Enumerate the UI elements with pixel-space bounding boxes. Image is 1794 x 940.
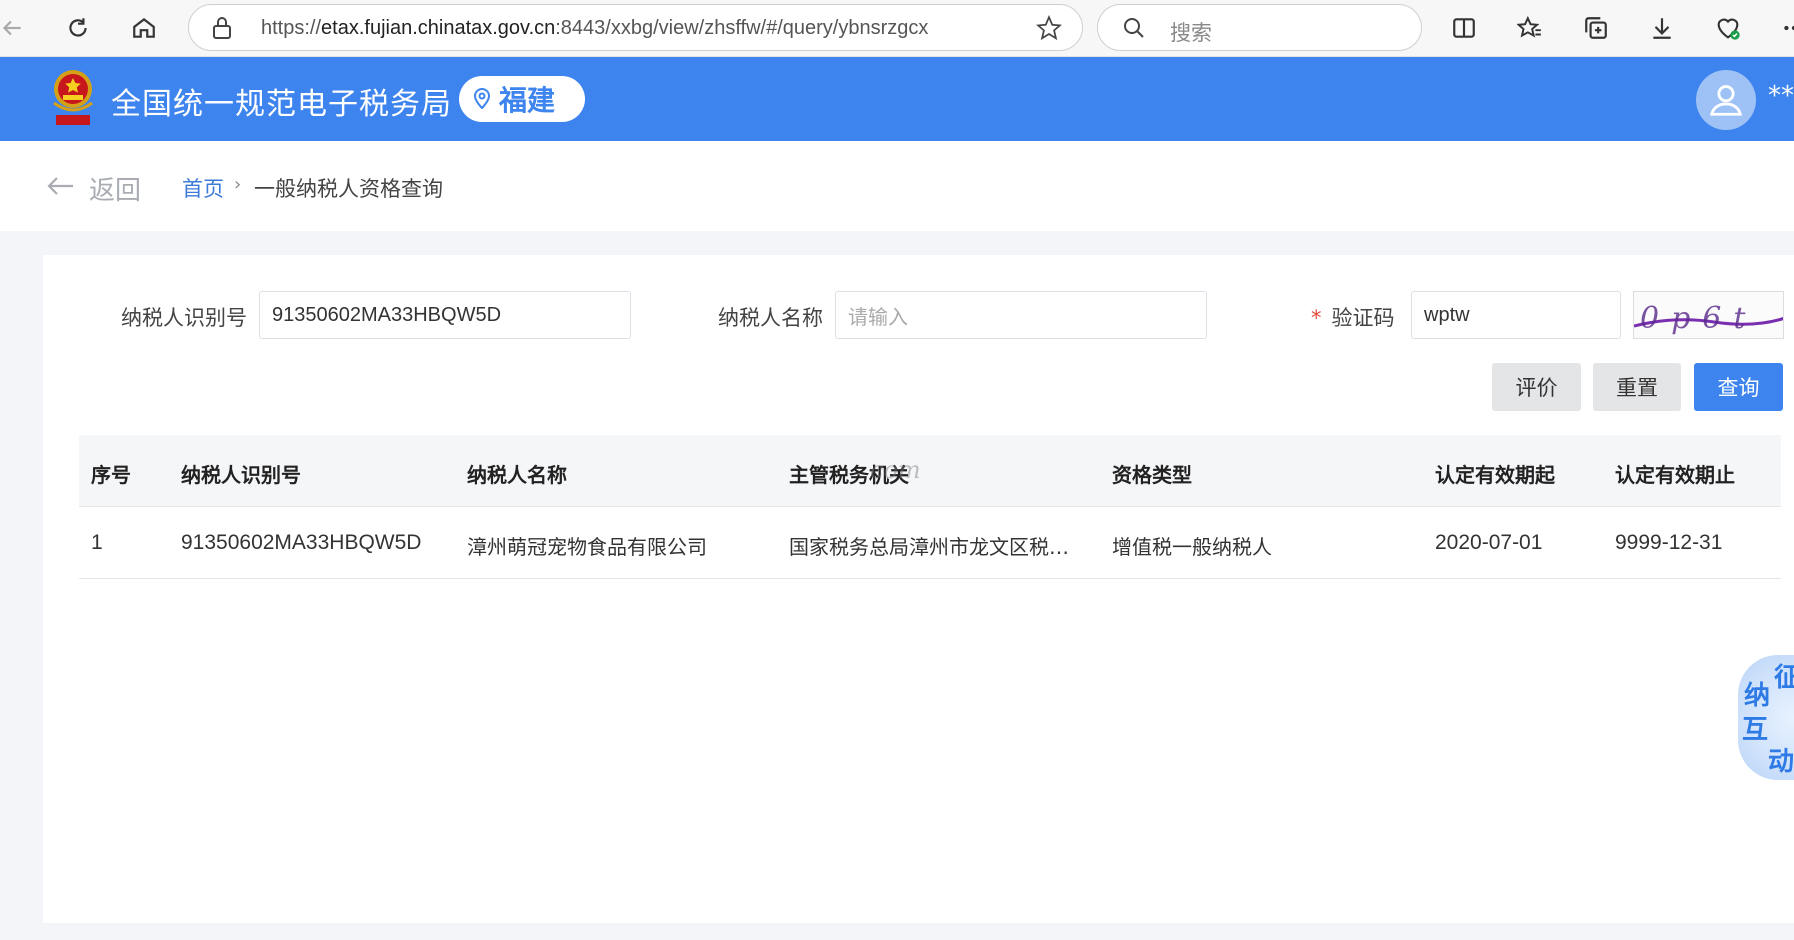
browser-search-box[interactable]: 搜索 <box>1097 4 1422 51</box>
back-arrow-icon[interactable] <box>0 10 30 46</box>
widget-char: 互 <box>1742 715 1769 745</box>
user-avatar[interactable] <box>1696 70 1756 130</box>
column-header: 认定有效期止 <box>1615 463 1735 487</box>
region-selector[interactable]: 福建 <box>459 76 585 122</box>
reset-button[interactable]: 重置 <box>1593 363 1681 411</box>
back-label: 返回 <box>89 176 142 206</box>
download-icon[interactable] <box>1644 10 1680 46</box>
evaluate-button[interactable]: 评价 <box>1492 363 1581 411</box>
widget-char: 纳 <box>1744 681 1771 711</box>
user-name[interactable]: ** <box>1768 81 1794 111</box>
lock-icon <box>211 16 233 44</box>
table-header: 序号 纳税人识别号 纳税人名称 主管税务机关 资格类型 认定有效期起 认定有效期… <box>79 435 1781 507</box>
required-mark: * <box>1311 306 1322 330</box>
captcha-label: * 验证码 <box>1311 302 1395 332</box>
home-icon[interactable] <box>126 10 162 46</box>
refresh-icon[interactable] <box>60 10 96 46</box>
region-label: 福建 <box>499 84 556 117</box>
breadcrumb-separator: › <box>234 174 242 195</box>
taxpayer-id-label: 纳税人识别号 <box>121 306 247 330</box>
breadcrumb-home-link[interactable]: 首页 <box>182 173 224 203</box>
column-header: 纳税人名称 <box>467 463 567 487</box>
browser-toolbar: https://etax.fujian.chinatax.gov.cn:8443… <box>0 0 1794 57</box>
query-button[interactable]: 查询 <box>1694 363 1783 411</box>
watermark: com <box>870 456 921 484</box>
captcha-image[interactable]: 0p6t <box>1633 291 1784 339</box>
column-header: 序号 <box>91 463 131 487</box>
location-pin-icon <box>473 83 491 116</box>
cell-index: 1 <box>91 531 103 554</box>
cell-tax-authority: 国家税务总局漳州市龙文区税… <box>789 535 1069 559</box>
collections-icon[interactable] <box>1578 10 1614 46</box>
taxpayer-name-label: 纳税人名称 <box>718 306 823 330</box>
floating-interaction-widget[interactable]: 纳 互 动 征 <box>1738 655 1794 780</box>
address-bar[interactable]: https://etax.fujian.chinatax.gov.cn:8443… <box>188 4 1083 51</box>
app-title: 全国统一规范电子税务局 <box>111 87 452 122</box>
table-row[interactable]: 1 91350602MA33HBQW5D 漳州萌冠宠物食品有限公司 国家税务总局… <box>79 507 1781 579</box>
taxpayer-id-input[interactable]: 91350602MA33HBQW5D <box>259 291 631 339</box>
breadcrumb-bar: 返回 首页 › 一般纳税人资格查询 <box>0 141 1794 231</box>
cell-taxpayer-id: 91350602MA33HBQW5D <box>181 531 422 554</box>
app-header: 全国统一规范电子税务局 福建 ** <box>0 57 1794 141</box>
back-arrow-icon <box>45 174 75 204</box>
browser-search-placeholder: 搜索 <box>1170 21 1212 45</box>
cell-taxpayer-name: 漳州萌冠宠物食品有限公司 <box>467 535 707 559</box>
captcha-input[interactable]: wptw <box>1411 291 1621 339</box>
taxpayer-name-input[interactable]: 请输入 <box>835 291 1207 339</box>
favorites-icon[interactable] <box>1512 10 1548 46</box>
cell-valid-to: 9999-12-31 <box>1615 531 1723 554</box>
column-header: 纳税人识别号 <box>181 463 301 487</box>
column-header: 认定有效期起 <box>1435 463 1555 487</box>
cell-valid-from: 2020-07-01 <box>1435 531 1543 554</box>
split-screen-icon[interactable] <box>1446 10 1482 46</box>
widget-char: 征 <box>1774 663 1794 693</box>
national-emblem-icon <box>48 65 98 129</box>
captcha-image-text: 0p6t <box>1640 301 1757 336</box>
more-icon[interactable] <box>1776 10 1794 46</box>
captcha-label-text: 验证码 <box>1331 306 1395 330</box>
back-button[interactable]: 返回 <box>45 170 141 207</box>
query-panel <box>43 255 1794 923</box>
favorite-star-icon[interactable] <box>1036 14 1062 45</box>
column-header: 资格类型 <box>1112 463 1192 487</box>
url-text: https://etax.fujian.chinatax.gov.cn:8443… <box>261 17 929 39</box>
browser-essentials-icon[interactable] <box>1710 10 1746 46</box>
cell-qualification-type: 增值税一般纳税人 <box>1112 535 1272 559</box>
breadcrumb-current: 一般纳税人资格查询 <box>254 177 443 201</box>
search-icon <box>1122 16 1146 44</box>
widget-char: 动 <box>1768 747 1794 777</box>
